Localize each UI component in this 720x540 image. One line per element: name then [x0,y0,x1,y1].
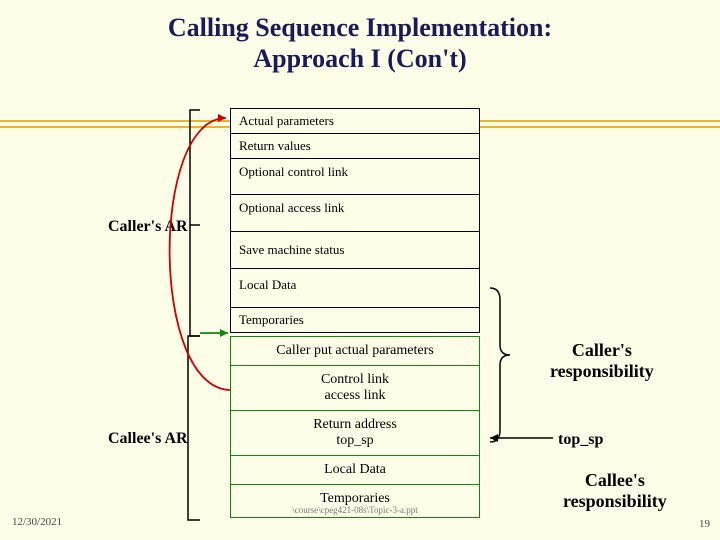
cell-callee-temporaries-text: Temporaries [320,491,390,506]
callee-ar-stack: Caller put actual parameters Control lin… [230,336,480,518]
callees-responsibility-label: Callee's responsibility [563,470,667,511]
slide-date: 12/30/2021 [12,516,62,528]
cell-control-link-text: Control link [321,372,389,387]
callers-resp-l1: Caller's [572,340,632,360]
bracket-caller-ar [190,110,200,336]
cell-control-access-link: Control link access link [231,366,479,411]
title-line2: Approach I (Con't) [253,44,466,73]
title-line1: Calling Sequence Implementation: [168,13,552,42]
cell-return-address-topsp: Return address top_sp [231,411,479,456]
cell-callee-local-data: Local Data [231,456,479,485]
cell-access-link-text: access link [324,388,385,403]
callers-ar-label: Caller's AR [108,218,188,236]
callers-responsibility-label: Caller's responsibility [550,340,654,381]
cell-temporaries: Temporaries [231,308,479,332]
bracket-callee-ar [188,336,200,520]
callees-ar-label: Callee's AR [108,430,188,448]
cell-return-address-text: Return address [313,417,397,432]
cell-optional-control-link: Optional control link [231,159,479,195]
arrow-top-sp-head [490,434,498,442]
brace-callers-responsibility [490,288,510,442]
cell-optional-access-link: Optional access link [231,195,479,231]
cell-actual-parameters: Actual parameters [231,109,479,134]
arrow-green-start-head [220,329,228,337]
cell-return-values: Return values [231,134,479,159]
arrow-red-link [170,118,231,390]
slide-number: 19 [699,518,710,530]
callees-resp-l1: Callee's [585,470,645,490]
top-sp-label: top_sp [558,431,603,449]
footer-path: \course\cpeg421-08s\Topic-3-a.ppt [235,505,475,515]
caller-ar-stack: Actual parameters Return values Optional… [230,108,480,333]
cell-topsp-text: top_sp [336,433,373,448]
cell-local-data: Local Data [231,269,479,308]
callees-resp-l2: responsibility [563,491,667,511]
cell-caller-put-actual-params: Caller put actual parameters [231,337,479,366]
cell-callee-temporaries: Temporaries \course\cpeg421-08s\Topic-3-… [231,485,479,517]
callers-resp-l2: responsibility [550,361,654,381]
cell-save-machine-status: Save machine status [231,232,479,269]
